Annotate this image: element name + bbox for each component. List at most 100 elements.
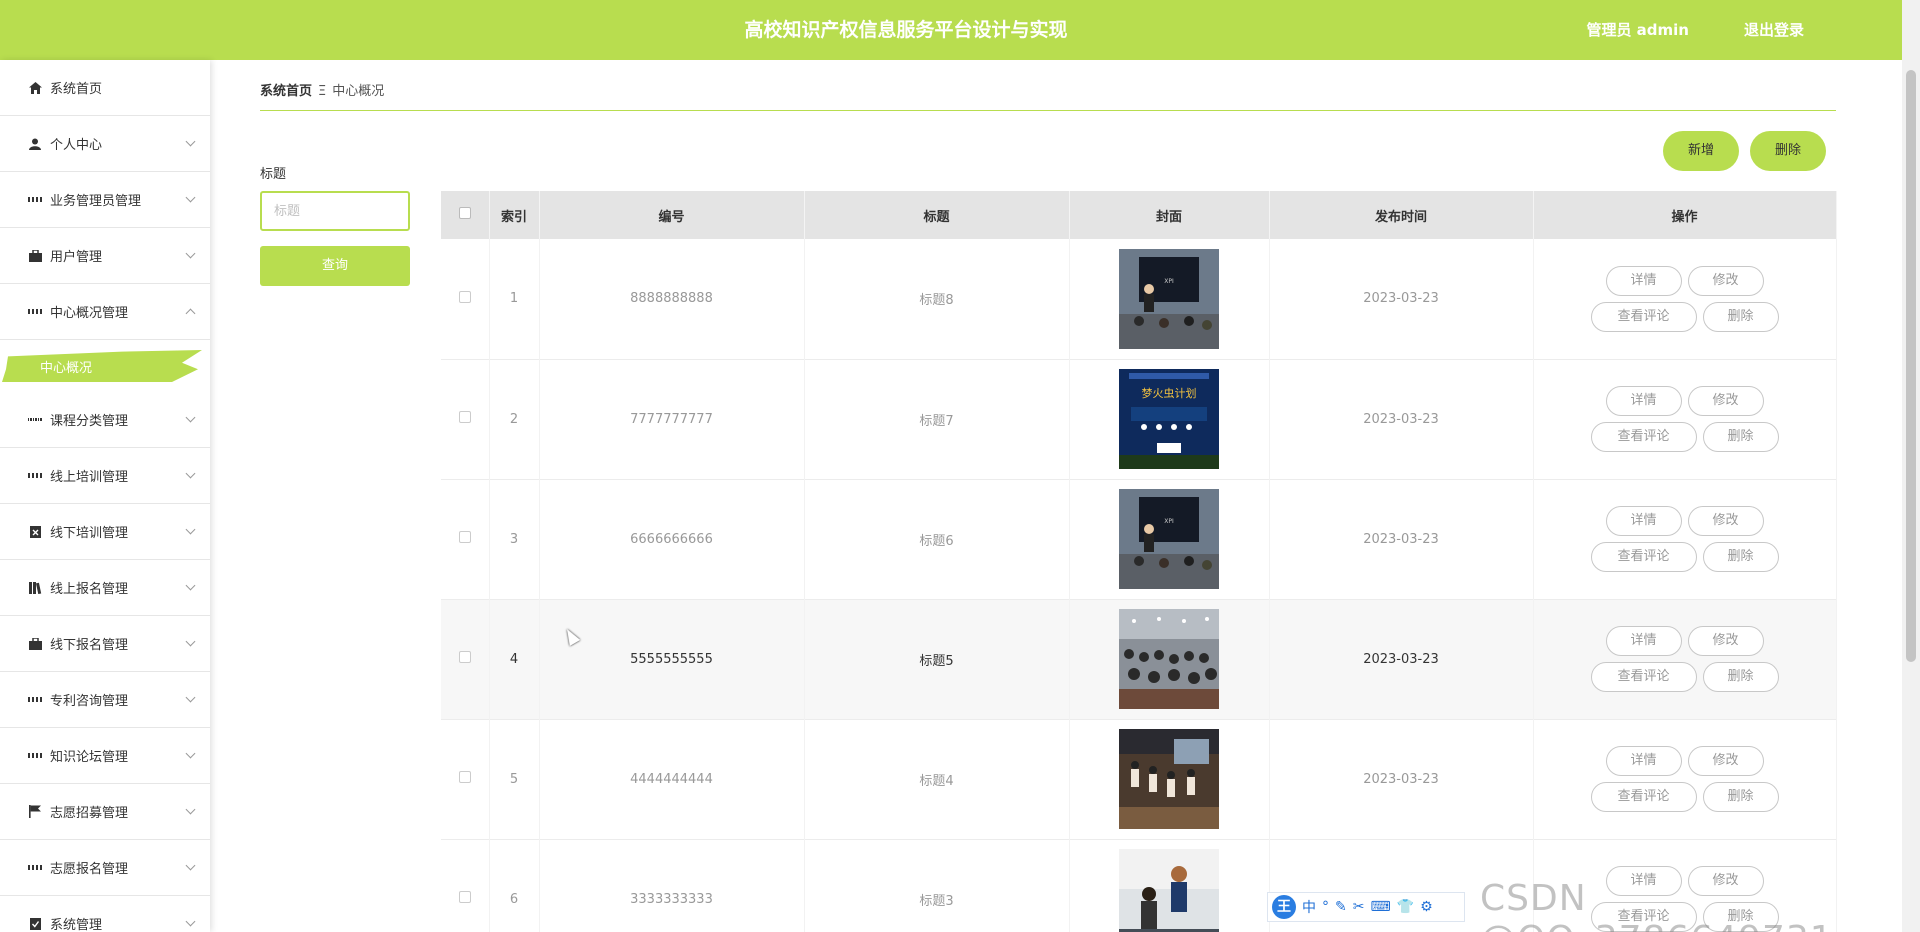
table-row[interactable]: 2 7777777777 标题7 梦火虫计划 2023-03-23 详情 修改 查看评论 删除	[441, 359, 1837, 479]
grid-icon	[28, 305, 42, 319]
row-delete-button[interactable]: 删除	[1702, 542, 1779, 572]
table-row[interactable]: 5 4444444444 标题4 2023-03-23 详情 修改 查看评论 删除	[441, 719, 1837, 839]
chevron-down-icon	[185, 468, 196, 479]
detail-button[interactable]: 详情	[1605, 626, 1682, 656]
row-checkbox[interactable]	[458, 771, 471, 783]
grid-icon	[28, 749, 42, 763]
sidebar-item-course-category[interactable]: 课程分类管理	[0, 392, 210, 448]
sidebar-item-users[interactable]: 用户管理	[0, 228, 210, 284]
ime-settings-icon[interactable]: ⚙	[1420, 899, 1433, 915]
sidebar-item-home[interactable]: 系统首页	[0, 60, 210, 116]
ime-skin-icon[interactable]: 👕	[1397, 899, 1414, 915]
select-all-checkbox[interactable]	[458, 207, 471, 219]
view-comments-button[interactable]: 查看评论	[1590, 662, 1697, 692]
row-select-cell[interactable]	[441, 599, 490, 719]
sidebar-item-online-signup[interactable]: 线上报名管理	[0, 560, 210, 616]
edit-button[interactable]: 修改	[1687, 746, 1764, 776]
row-checkbox[interactable]	[458, 651, 471, 663]
row-checkbox[interactable]	[458, 531, 471, 543]
edit-button[interactable]: 修改	[1687, 386, 1764, 416]
table-row[interactable]: 4 5555555555 标题5 2023-03-23 详情 修改 查看评论 删除	[441, 599, 1837, 719]
view-comments-button[interactable]: 查看评论	[1590, 422, 1697, 452]
row-delete-button[interactable]: 删除	[1702, 301, 1779, 332]
title-cell: 标题5	[804, 599, 1070, 719]
row-checkbox[interactable]	[458, 290, 471, 303]
select-all-cell[interactable]	[441, 191, 490, 239]
edit-button[interactable]: 修改	[1687, 626, 1764, 656]
sidebar-item-system[interactable]: 系统管理	[0, 896, 210, 932]
sidebar-item-personal[interactable]: 个人中心	[0, 116, 210, 172]
query-button[interactable]: 查询	[260, 246, 410, 286]
view-comments-button[interactable]: 查看评论	[1590, 301, 1697, 332]
sidebar-item-patent-consult[interactable]: 专利咨询管理	[0, 672, 210, 728]
row-select-cell[interactable]	[441, 479, 490, 599]
watermark: CSDN @QQ_3786649731	[1480, 878, 1833, 932]
cover-image[interactable]	[1119, 849, 1219, 932]
chevron-down-icon	[185, 804, 196, 815]
ime-toolbar[interactable]: 王 中 ° ✎ ✂ ⌨ 👕 ⚙	[1267, 892, 1465, 922]
index-cell: 3	[489, 479, 540, 599]
cover-image[interactable]	[1119, 609, 1219, 709]
date-cell: 2023-03-23	[1269, 359, 1534, 479]
table-row[interactable]: 3 6666666666 标题6 XPI 2023-03-23 详情 修改 查看评论 删除	[441, 479, 1837, 599]
admin-label: 管理员 admin	[1586, 21, 1689, 39]
ime-scissors-icon[interactable]: ✂	[1353, 899, 1365, 915]
table-row[interactable]: 1 8888888888 标题8 XPI 2023-03-23 详情 修改 查看评论 删除	[441, 239, 1837, 359]
logout-link[interactable]: 退出登录	[1744, 0, 1804, 60]
sidebar-item-volunteer-recruit[interactable]: 志愿招募管理	[0, 784, 210, 840]
scrollbar-thumb[interactable]	[1906, 70, 1916, 662]
sidebar-item-online-training[interactable]: 线上培训管理	[0, 448, 210, 504]
detail-button[interactable]: 详情	[1605, 386, 1682, 416]
sidebar-subitem-center-overview[interactable]: 中心概况	[0, 340, 210, 392]
code-cell: 7777777777	[539, 359, 805, 479]
breadcrumb-current: 中心概况	[332, 84, 385, 99]
view-comments-button[interactable]: 查看评论	[1590, 542, 1697, 572]
sidebar-item-offline-signup[interactable]: 线下报名管理	[0, 616, 210, 672]
sidebar-item-business-admin[interactable]: 业务管理员管理	[0, 172, 210, 228]
row-delete-button[interactable]: 删除	[1702, 782, 1779, 812]
svg-text:XPI: XPI	[1164, 278, 1174, 285]
breadcrumb-home[interactable]: 系统首页	[260, 84, 312, 99]
row-select-cell[interactable]	[441, 239, 490, 359]
edit-button[interactable]: 修改	[1687, 506, 1764, 536]
sidebar-item-offline-training[interactable]: 线下培训管理	[0, 504, 210, 560]
sidebar-item-forum[interactable]: 知识论坛管理	[0, 728, 210, 784]
chevron-down-icon	[185, 136, 196, 147]
cover-image[interactable]: XPI	[1119, 248, 1219, 349]
table-header-row: 索引 编号 标题 封面 发布时间 操作	[441, 191, 1837, 239]
title-search-input[interactable]	[260, 191, 410, 231]
ime-punct-icon[interactable]: °	[1322, 899, 1329, 915]
row-checkbox[interactable]	[458, 411, 471, 423]
chevron-down-icon	[185, 636, 196, 647]
detail-button[interactable]: 详情	[1605, 265, 1682, 296]
cover-image[interactable]: 梦火虫计划	[1119, 369, 1219, 469]
ime-keyboard-icon[interactable]: ⌨	[1370, 899, 1390, 915]
cover-image[interactable]	[1119, 729, 1219, 829]
row-delete-button[interactable]: 删除	[1702, 662, 1779, 692]
cover-cell	[1069, 839, 1270, 932]
view-comments-button[interactable]: 查看评论	[1590, 782, 1697, 812]
index-cell: 6	[489, 839, 540, 932]
cover-image[interactable]: XPI	[1119, 489, 1219, 589]
detail-button[interactable]: 详情	[1605, 746, 1682, 776]
sidebar-item-volunteer-signup[interactable]: 志愿报名管理	[0, 840, 210, 896]
sidebar-item-center-overview[interactable]: 中心概况管理	[0, 284, 210, 340]
delete-button[interactable]: 删除	[1750, 131, 1826, 171]
active-highlight	[2, 350, 202, 382]
ime-mode[interactable]: 中	[1302, 897, 1316, 917]
row-delete-button[interactable]: 删除	[1702, 422, 1779, 452]
row-checkbox[interactable]	[458, 891, 471, 903]
sidebar-item-label: 线下培训管理	[50, 526, 129, 541]
row-select-cell[interactable]	[441, 839, 490, 932]
data-table: 索引 编号 标题 封面 发布时间 操作 1 8888888888 标题8 XPI 202…	[441, 191, 1837, 932]
actions-cell: 详情 修改查看评论 删除	[1533, 359, 1837, 479]
row-select-cell[interactable]	[441, 359, 490, 479]
grid-icon	[28, 193, 42, 207]
title-cell: 标题7	[804, 359, 1070, 479]
detail-button[interactable]: 详情	[1605, 506, 1682, 536]
row-select-cell[interactable]	[441, 719, 490, 839]
add-button[interactable]: 新增	[1663, 131, 1739, 171]
ime-pen-icon[interactable]: ✎	[1335, 899, 1347, 915]
page-scrollbar[interactable]	[1902, 0, 1920, 932]
edit-button[interactable]: 修改	[1687, 265, 1764, 296]
